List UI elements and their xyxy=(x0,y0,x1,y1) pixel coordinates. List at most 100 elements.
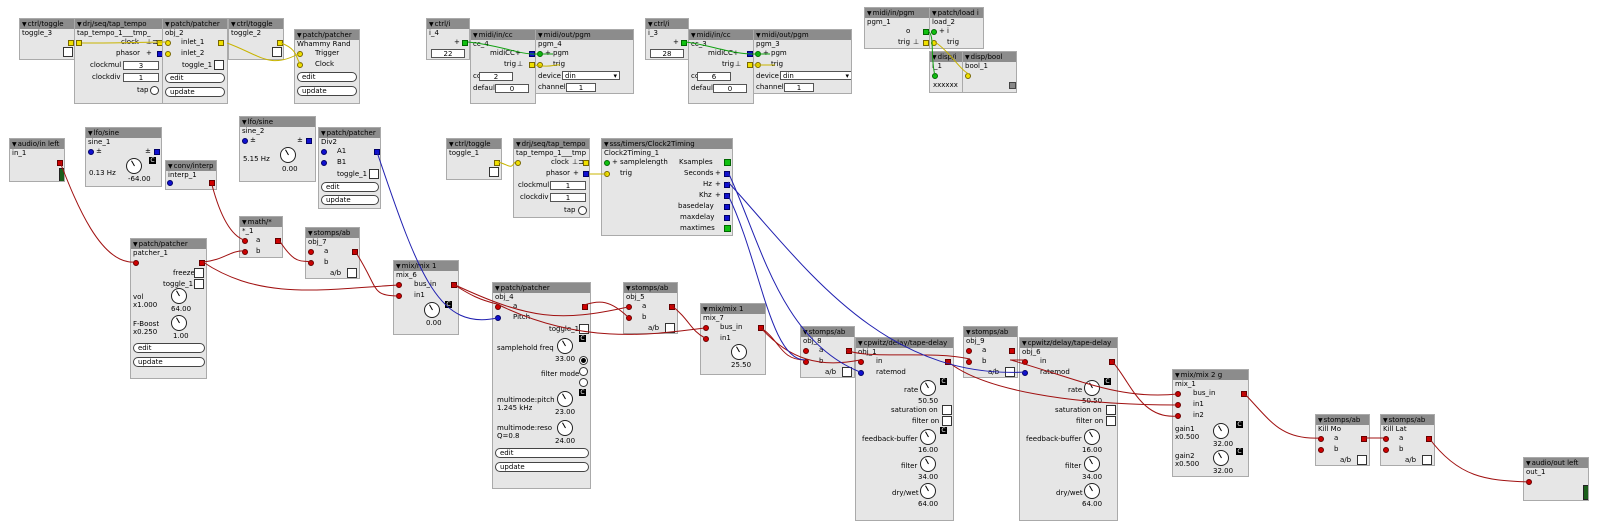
object-header[interactable]: ▼midi/in/cc xyxy=(471,30,535,40)
outlet-pin[interactable] xyxy=(724,204,730,210)
inlet-pin[interactable] xyxy=(1318,436,1324,442)
collapse-triangle-icon[interactable]: ▼ xyxy=(538,32,543,39)
edit-button[interactable]: edit xyxy=(165,73,225,83)
saturation-toggle[interactable] xyxy=(1106,405,1116,415)
collapse-triangle-icon[interactable]: ▼ xyxy=(1318,417,1323,424)
collapse-triangle-icon[interactable]: ▼ xyxy=(308,230,313,237)
collapse-triangle-icon[interactable]: ▼ xyxy=(396,263,401,270)
collapse-triangle-icon[interactable]: ▼ xyxy=(803,329,808,336)
collapse-triangle-icon[interactable]: ▼ xyxy=(648,21,653,28)
collapse-triangle-icon[interactable]: ▼ xyxy=(321,130,326,137)
outlet-pin[interactable] xyxy=(374,149,380,155)
object-header[interactable]: ▼cpwitz/delay/tape-delay xyxy=(856,338,953,348)
midi-in-pgm-1[interactable]: ▼midi/in/pgm pgm_1 o trig ⊥ xyxy=(864,7,930,49)
collapse-triangle-icon[interactable]: ▼ xyxy=(297,32,302,39)
collapse-triangle-icon[interactable]: ▼ xyxy=(1175,372,1180,379)
lfo-sine-2[interactable]: ▼lfo/sine sine_2 ± ± 5.15 Hz 0.00 xyxy=(239,116,316,182)
object-header[interactable]: ▼mix/mix 1 xyxy=(701,304,765,314)
outlet-pin[interactable] xyxy=(582,304,588,310)
inlet-pin[interactable] xyxy=(167,180,173,186)
default-number[interactable]: 0 xyxy=(495,84,529,93)
gain1-knob[interactable] xyxy=(1213,423,1229,439)
object-header[interactable]: ▼midi/in/cc xyxy=(689,30,753,40)
filter-knob[interactable] xyxy=(1084,456,1100,472)
inlet-pin[interactable] xyxy=(495,315,501,321)
update-button[interactable]: update xyxy=(495,462,589,472)
inlet-pin[interactable] xyxy=(1383,436,1389,442)
clockdiv-number[interactable]: 1 xyxy=(550,193,586,202)
int-number[interactable]: 22 xyxy=(431,49,465,58)
object-header[interactable]: ▼lfo/sine xyxy=(240,117,315,127)
inlet-pin[interactable] xyxy=(242,238,248,244)
device-dropdown[interactable]: din ▾ xyxy=(780,71,851,80)
device-dropdown[interactable]: din ▾ xyxy=(562,71,620,80)
object-header[interactable]: ▼patch/patcher xyxy=(319,128,380,138)
outlet-pin[interactable] xyxy=(306,138,312,144)
outlet-pin[interactable] xyxy=(1426,436,1432,442)
ab-toggle[interactable] xyxy=(347,268,357,278)
midi-out-pgm-4[interactable]: ▼midi/out/pgm pgm_4 + pgm trig device di… xyxy=(535,29,634,94)
object-header[interactable]: ▼ctrl/toggle xyxy=(20,19,74,29)
filter-mode-radio-2[interactable] xyxy=(579,367,588,376)
object-header[interactable]: ▼patch/patcher xyxy=(295,30,359,40)
inlet-pin[interactable] xyxy=(1022,370,1028,376)
toggle-box[interactable] xyxy=(489,167,499,177)
inlet-pin[interactable] xyxy=(932,73,938,79)
c-mode-icon[interactable]: C xyxy=(579,335,586,342)
ab-toggle[interactable] xyxy=(1005,367,1015,377)
patcher-div2[interactable]: ▼patch/patcher Div2 A1 B1 toggle_1 edit … xyxy=(318,127,381,209)
rate-knob[interactable] xyxy=(920,380,936,396)
disp-i-1[interactable]: ▼disp/i i_1 xxxxxx xyxy=(929,51,963,93)
ab-toggle[interactable] xyxy=(1422,455,1432,465)
tap-tempo-object-2[interactable]: ▼drj/seq/tap_tempo tap_tempo_1___tmp clo… xyxy=(513,138,590,218)
clockdiv-number[interactable]: 1 xyxy=(123,73,159,82)
feedback-knob[interactable] xyxy=(920,429,936,445)
inlet-pin[interactable] xyxy=(321,149,327,155)
collapse-triangle-icon[interactable]: ▼ xyxy=(242,219,247,226)
lfo-sine-1[interactable]: ▼lfo/sine sine_1 ± ± C 0.13 Hz -64.00 xyxy=(85,127,162,187)
toggle-3-object[interactable]: ▼ctrl/toggle toggle_3 xyxy=(19,18,75,60)
disp-bool-1[interactable]: ▼disp/bool bool_1 xyxy=(962,51,1017,93)
inlet-pin[interactable] xyxy=(965,73,971,79)
collapse-triangle-icon[interactable]: ▼ xyxy=(12,141,17,148)
inlet-pin[interactable] xyxy=(966,348,972,354)
c-mode-icon[interactable]: C xyxy=(1104,378,1111,385)
patcher-1[interactable]: ▼patch/patcher patcher_1 freeze toggle_1… xyxy=(130,238,207,379)
tape-delay-obj-1[interactable]: ▼cpwitz/delay/tape-delay obj_1 in ratemo… xyxy=(855,337,954,521)
tap-button[interactable] xyxy=(150,86,159,95)
object-header[interactable]: ▼mix/mix 2 g xyxy=(1173,370,1248,380)
outlet-pin[interactable] xyxy=(494,160,500,166)
outlet-pin[interactable] xyxy=(1109,359,1115,365)
fboost-knob[interactable] xyxy=(171,315,187,331)
stomps-ab-obj-8[interactable]: ▼stomps/ab obj_8 a b a/b xyxy=(800,326,855,378)
collapse-triangle-icon[interactable]: ▼ xyxy=(495,285,500,292)
ctrl-i-4[interactable]: ▼ctrl/i i_4 + 22 xyxy=(426,18,470,60)
channel-number[interactable]: 1 xyxy=(784,83,814,92)
object-header[interactable]: ▼stomps/ab xyxy=(624,283,677,293)
conv-interp-1[interactable]: ▼conv/interp interp_1 xyxy=(165,160,217,190)
outlet-pin[interactable] xyxy=(846,348,852,354)
stomps-ab-kill-lat[interactable]: ▼stomps/ab Kill Lat a b a/b xyxy=(1380,414,1435,466)
saturation-toggle[interactable] xyxy=(942,405,952,415)
collapse-triangle-icon[interactable]: ▼ xyxy=(691,32,696,39)
object-header[interactable]: ▼midi/in/pgm xyxy=(865,8,929,18)
outlet-pin[interactable] xyxy=(277,40,283,46)
stomps-ab-kill-mo[interactable]: ▼stomps/ab Kill Mo a b a/b xyxy=(1315,414,1370,466)
patch-load-i-2[interactable]: ▼patch/load i load_2 + i trig xyxy=(929,7,984,49)
collapse-triangle-icon[interactable]: ▼ xyxy=(22,21,27,28)
inlet-pin[interactable] xyxy=(308,249,314,255)
edit-button[interactable]: edit xyxy=(297,72,357,82)
mmpitch-knob[interactable] xyxy=(557,391,573,407)
inlet-pin[interactable] xyxy=(931,29,937,35)
update-button[interactable]: update xyxy=(321,195,379,205)
outlet-pin[interactable] xyxy=(724,182,730,188)
midi-in-cc-3[interactable]: ▼midi/in/cc cc_3 midiCC + trig ⊥ cc 6 de… xyxy=(688,29,754,104)
patcher-obj-4[interactable]: ▼patch/patcher obj_4 a Pitch toggle_1 C … xyxy=(492,282,591,489)
filter-toggle[interactable] xyxy=(942,416,952,426)
c-mode-icon[interactable]: C xyxy=(445,301,452,308)
audio-in-left[interactable]: ▼audio/in left in_1 xyxy=(9,138,65,182)
ab-toggle[interactable] xyxy=(665,323,675,333)
collapse-triangle-icon[interactable]: ▼ xyxy=(966,329,971,336)
clockmul-number[interactable]: 1 xyxy=(550,181,586,190)
stomps-ab-obj-9[interactable]: ▼stomps/ab obj_9 a b a/b xyxy=(963,326,1018,378)
